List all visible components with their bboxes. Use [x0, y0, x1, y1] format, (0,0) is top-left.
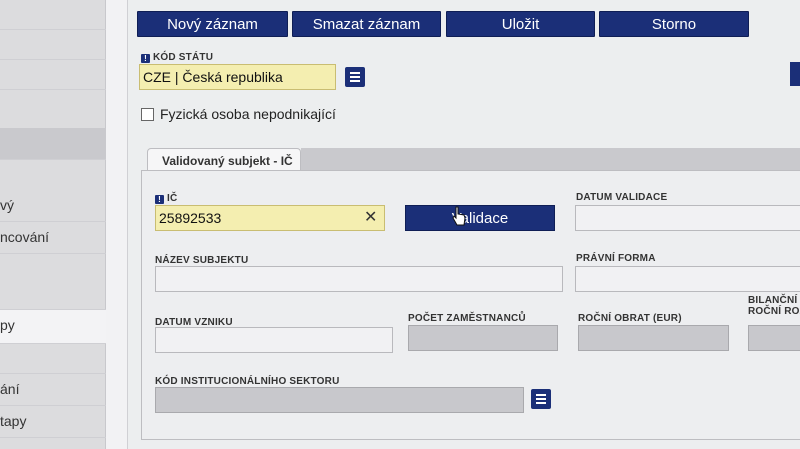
subject-name-field[interactable]	[155, 266, 563, 292]
sidebar-item[interactable]: vý	[0, 190, 106, 222]
clear-icon[interactable]: ✕	[364, 208, 377, 228]
sidebar-item[interactable]	[0, 60, 106, 90]
sector-code-label: KÓD INSTITUCIONÁLNÍHO SEKTORU	[155, 376, 340, 387]
sidebar-item[interactable]: tapy	[0, 406, 106, 438]
save-button[interactable]: Uložit	[446, 11, 595, 37]
employees-field	[408, 325, 558, 351]
country-code-field[interactable]: CZE | Česká republika	[139, 64, 336, 90]
balance-field	[748, 325, 800, 351]
sidebar-item-active[interactable]: py	[0, 310, 106, 344]
legal-form-field[interactable]	[575, 266, 800, 292]
subject-name-label: NÁZEV SUBJEKTU	[155, 255, 249, 266]
list-icon[interactable]	[345, 67, 365, 87]
turnover-field	[578, 325, 729, 351]
cancel-button[interactable]: Storno	[599, 11, 749, 37]
validation-date-field[interactable]	[575, 205, 800, 231]
nonbusiness-checkbox[interactable]	[141, 108, 154, 121]
sidebar-item[interactable]	[0, 128, 106, 160]
sidebar-item[interactable]	[0, 254, 106, 310]
exclamation-icon: !	[155, 195, 164, 204]
turnover-label: ROČNÍ OBRAT (EUR)	[578, 313, 682, 324]
sidebar: vý ncování py ání tapy	[0, 0, 106, 449]
sidebar-item[interactable]	[0, 344, 106, 374]
founding-date-field[interactable]	[155, 327, 393, 353]
employees-label: POČET ZAMĚSTNANCŮ	[408, 313, 526, 324]
sidebar-item[interactable]: ncování	[0, 222, 106, 254]
country-code-label: ! KÓD STÁTU	[141, 52, 213, 63]
sector-code-field	[155, 387, 524, 413]
tab-validated-subject[interactable]: Validovaný subjekt - IČ	[147, 148, 301, 172]
exclamation-icon: !	[141, 54, 150, 63]
ic-label: ! IČ	[155, 193, 177, 204]
sidebar-item[interactable]	[0, 30, 106, 60]
sidebar-item[interactable]: ání	[0, 374, 106, 406]
hand-cursor-icon	[452, 206, 466, 226]
side-action-button[interactable]	[790, 62, 800, 86]
sidebar-divider	[106, 0, 128, 449]
validation-date-label: DATUM VALIDACE	[576, 192, 668, 203]
list-icon[interactable]	[531, 389, 551, 409]
nonbusiness-label: Fyzická osoba nepodnikající	[160, 106, 336, 122]
delete-record-button[interactable]: Smazat záznam	[292, 11, 441, 37]
sidebar-item[interactable]	[0, 0, 106, 30]
new-record-button[interactable]: Nový záznam	[137, 11, 288, 37]
ic-field[interactable]: 25892533	[155, 205, 385, 231]
balance-label: BILANČNÍ SROČNÍ ROZV	[748, 295, 800, 317]
tab-strip	[301, 148, 800, 170]
legal-form-label: PRÁVNÍ FORMA	[576, 253, 656, 264]
validate-button[interactable]: Validace	[405, 205, 555, 231]
